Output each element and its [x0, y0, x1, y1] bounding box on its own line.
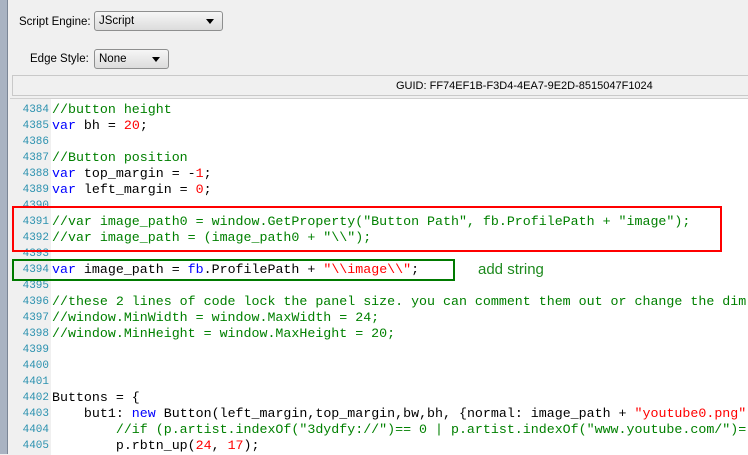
- number-token: 1: [195, 166, 204, 181]
- code-line[interactable]: 4398//window.MinHeight = window.MaxHeigh…: [10, 326, 748, 342]
- code-line[interactable]: 4400: [10, 358, 748, 374]
- code-line[interactable]: 4402 Buttons = {: [10, 390, 748, 406]
- code-token: left_margin =: [75, 182, 196, 197]
- comment-token: //Button position: [52, 150, 188, 165]
- line-number: 4398: [22, 328, 49, 340]
- code-token: ;: [203, 182, 212, 197]
- code-token: Button(left_margin,top_margin,bw,bh, {no…: [155, 406, 635, 421]
- edge-style-value: None: [99, 53, 127, 65]
- line-number: 4405: [22, 440, 49, 452]
- line-number: 4397: [22, 312, 49, 324]
- script-engine-value: JScript: [99, 15, 135, 27]
- code-token: but1:: [52, 406, 132, 421]
- line-number: 4396: [22, 296, 49, 308]
- comment-token: //if (p.artist.indexOf("3dydfy://")== 0 …: [52, 422, 747, 437]
- line-number: 4399: [22, 344, 49, 356]
- script-engine-label: Script Engine:: [19, 16, 91, 28]
- comment-token: //button height: [52, 102, 172, 117]
- code-line[interactable]: 4387//Button position: [10, 150, 748, 166]
- edge-style-label: Edge Style:: [30, 53, 89, 65]
- code-line[interactable]: 4397//window.MinWidth = window.MaxWidth …: [10, 310, 748, 326]
- code-token: ;: [139, 118, 148, 133]
- code-text: //window.MinWidth = window.MaxWidth = 24…: [52, 310, 379, 326]
- code-token: ,: [211, 438, 228, 453]
- guid-text: GUID: FF74EF1B-F3D4-4EA7-9E2D-8515047F10…: [396, 80, 653, 92]
- code-token: ;: [203, 166, 212, 181]
- code-text: Buttons = {: [52, 390, 140, 406]
- code-line[interactable]: 4405 p.rbtn_up(24, 17);: [10, 438, 748, 454]
- code-line[interactable]: 4399: [10, 342, 748, 358]
- line-number: 4385: [22, 120, 49, 132]
- comment-token: //window.MinHeight = window.MaxHeight = …: [52, 326, 396, 341]
- green-highlight-box: [12, 259, 455, 281]
- code-line[interactable]: 4386: [10, 134, 748, 150]
- code-line[interactable]: 4384//button height: [10, 102, 748, 118]
- red-highlight-box: [12, 206, 722, 252]
- code-text: var top_margin = -1;: [52, 166, 212, 182]
- keyword-token: var: [52, 166, 76, 181]
- comment-token: //window.MinWidth = window.MaxWidth = 24…: [52, 310, 380, 325]
- number-token: 17: [227, 438, 244, 453]
- code-line[interactable]: 4388 var top_margin = -1;: [10, 166, 748, 182]
- code-token: bh =: [75, 118, 124, 133]
- line-number: 4403: [22, 408, 49, 420]
- code-text: //Button position: [52, 150, 188, 166]
- code-token: top_margin = -: [75, 166, 196, 181]
- keyword-token: var: [52, 118, 76, 133]
- code-text: but1: new Button(left_margin,top_margin,…: [52, 406, 746, 422]
- number-token: 24: [195, 438, 212, 453]
- code-text: //these 2 lines of code lock the panel s…: [52, 294, 746, 310]
- code-text: p.rbtn_up(24, 17);: [52, 438, 260, 454]
- keyword-token: var: [52, 182, 76, 197]
- line-number: 4386: [22, 136, 49, 148]
- code-line[interactable]: 4401: [10, 374, 748, 390]
- code-token: );: [243, 438, 260, 453]
- code-text: //button height: [52, 102, 172, 118]
- code-line[interactable]: 4404 //if (p.artist.indexOf("3dydfy://")…: [10, 422, 748, 438]
- number-token: 20: [123, 118, 140, 133]
- chevron-down-icon: [206, 19, 214, 24]
- code-line[interactable]: 4385 var bh = 20;: [10, 118, 748, 134]
- line-number: 4387: [22, 152, 49, 164]
- annotation-note: add string: [478, 261, 544, 278]
- window-left-border: [0, 0, 8, 454]
- line-number: 4401: [22, 376, 49, 388]
- code-line[interactable]: 4389 var left_margin = 0;: [10, 182, 748, 198]
- code-text: var bh = 20;: [52, 118, 148, 134]
- line-number: 4402: [22, 392, 49, 404]
- line-number: 4384: [22, 104, 49, 116]
- edge-style-select[interactable]: None: [94, 49, 169, 69]
- keyword-token: new: [131, 406, 156, 421]
- comment-token: //these 2 lines of code lock the panel s…: [52, 294, 747, 309]
- code-text: //if (p.artist.indexOf("3dydfy://")== 0 …: [52, 422, 746, 438]
- chevron-down-icon: [152, 57, 160, 62]
- line-number: 4388: [22, 168, 49, 180]
- string-token: "youtube0.png": [634, 406, 747, 421]
- line-number: 4400: [22, 360, 49, 372]
- guid-bar: GUID: FF74EF1B-F3D4-4EA7-9E2D-8515047F10…: [12, 75, 748, 96]
- number-token: 0: [195, 182, 204, 197]
- script-engine-select[interactable]: JScript: [94, 11, 223, 31]
- code-token: p.rbtn_up(: [52, 438, 196, 453]
- code-line[interactable]: 4403 but1: new Button(left_margin,top_ma…: [10, 406, 748, 422]
- code-line[interactable]: 4396//these 2 lines of code lock the pan…: [10, 294, 748, 310]
- code-text: //window.MinHeight = window.MaxHeight = …: [52, 326, 395, 342]
- line-number: 4389: [22, 184, 49, 196]
- line-number: 4404: [22, 424, 49, 436]
- code-token: Buttons = {: [52, 390, 140, 405]
- code-text: var left_margin = 0;: [52, 182, 212, 198]
